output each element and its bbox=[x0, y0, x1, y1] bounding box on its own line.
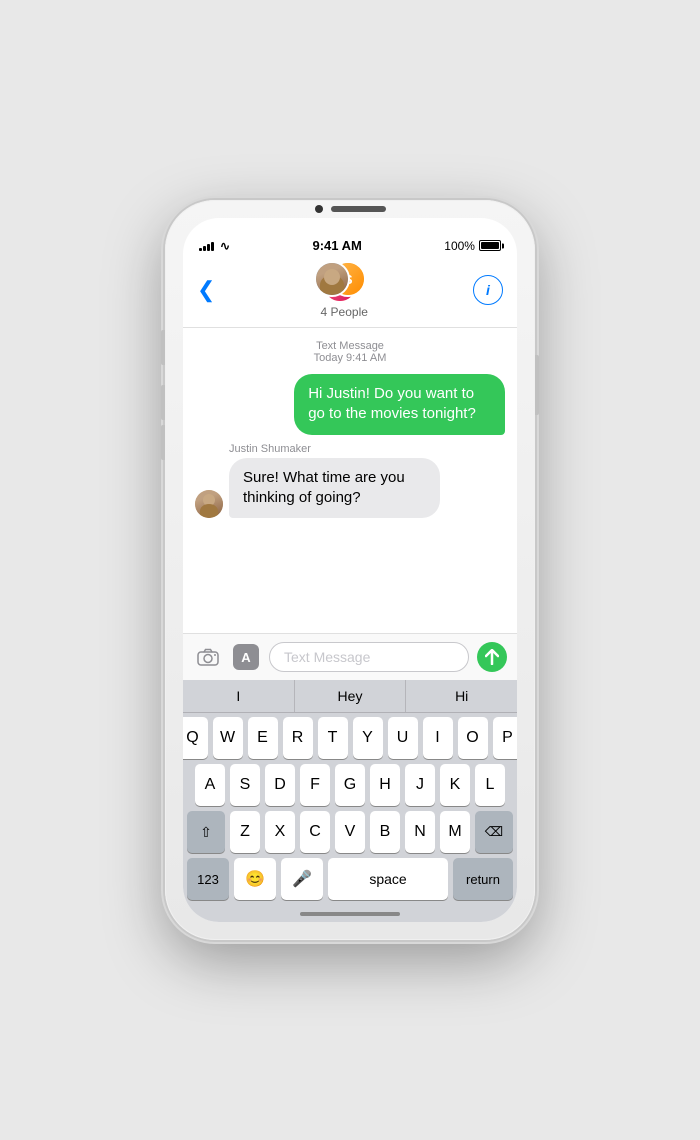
key-j[interactable]: J bbox=[405, 764, 435, 806]
nav-center: S M 4 People bbox=[314, 261, 374, 319]
group-title: 4 People bbox=[321, 305, 368, 319]
phone-screen: ∿ 9:41 AM 100% ❮ bbox=[183, 218, 517, 922]
space-key[interactable]: space bbox=[328, 858, 448, 900]
messages-area: Text Message Today 9:41 AM Hi Justin! Do… bbox=[183, 328, 517, 633]
key-u[interactable]: U bbox=[388, 717, 418, 759]
signal-bars bbox=[199, 240, 214, 251]
autocomplete-item-2[interactable]: Hey bbox=[295, 680, 407, 712]
input-area: A Text Message bbox=[183, 633, 517, 680]
return-key[interactable]: return bbox=[453, 858, 513, 900]
shift-key[interactable]: ⇧ bbox=[187, 811, 225, 853]
back-button[interactable]: ❮ bbox=[197, 279, 215, 301]
phone-frame: ∿ 9:41 AM 100% ❮ bbox=[165, 200, 535, 940]
key-o[interactable]: O bbox=[458, 717, 488, 759]
key-c[interactable]: C bbox=[300, 811, 330, 853]
key-x[interactable]: X bbox=[265, 811, 295, 853]
mic-key[interactable]: 🎤 bbox=[281, 858, 323, 900]
app-button[interactable]: A bbox=[231, 642, 261, 672]
battery-label: 100% bbox=[444, 239, 475, 253]
message-time: Today 9:41 AM bbox=[195, 352, 505, 364]
battery-fill bbox=[481, 242, 499, 249]
key-m[interactable]: M bbox=[440, 811, 470, 853]
emoji-key[interactable]: 😊 bbox=[234, 858, 276, 900]
key-g[interactable]: G bbox=[335, 764, 365, 806]
key-p[interactable]: P bbox=[493, 717, 518, 759]
keyboard-row-1: Q W E R T Y U I O P bbox=[187, 717, 513, 759]
nav-bar: ❮ S M bbox=[183, 257, 517, 328]
bar3 bbox=[207, 244, 210, 251]
key-t[interactable]: T bbox=[318, 717, 348, 759]
camera-button[interactable] bbox=[193, 642, 223, 672]
sent-message-row: Hi Justin! Do you want to go to the movi… bbox=[195, 374, 505, 435]
avatar-1 bbox=[314, 261, 350, 297]
key-i[interactable]: I bbox=[423, 717, 453, 759]
sent-bubble: Hi Justin! Do you want to go to the movi… bbox=[294, 374, 505, 435]
key-y[interactable]: Y bbox=[353, 717, 383, 759]
key-n[interactable]: N bbox=[405, 811, 435, 853]
status-right: 100% bbox=[444, 239, 501, 253]
key-z[interactable]: Z bbox=[230, 811, 260, 853]
autocomplete-bar: I Hey Hi bbox=[183, 680, 517, 713]
autocomplete-item-1[interactable]: I bbox=[183, 680, 295, 712]
camera-dot bbox=[315, 205, 323, 213]
received-message-row: Sure! What time are you thinking of goin… bbox=[195, 458, 505, 519]
key-k[interactable]: K bbox=[440, 764, 470, 806]
autocomplete-item-3[interactable]: Hi bbox=[406, 680, 517, 712]
message-meta: Text Message Today 9:41 AM bbox=[195, 340, 505, 364]
top-bar bbox=[165, 200, 535, 218]
bar1 bbox=[199, 248, 202, 251]
key-q[interactable]: Q bbox=[183, 717, 208, 759]
home-indicator bbox=[300, 912, 400, 916]
contact-avatar bbox=[195, 490, 223, 518]
key-s[interactable]: S bbox=[230, 764, 260, 806]
status-bar: ∿ 9:41 AM 100% bbox=[183, 218, 517, 257]
keyboard-row-3: ⇧ Z X C V B N M ⌫ bbox=[187, 811, 513, 853]
key-f[interactable]: F bbox=[300, 764, 330, 806]
avatar-group: S M bbox=[314, 261, 374, 303]
message-type-label: Text Message bbox=[195, 340, 505, 352]
status-left: ∿ bbox=[199, 239, 230, 253]
keyboard-row-2: A S D F G H J K L bbox=[187, 764, 513, 806]
input-placeholder: Text Message bbox=[284, 649, 370, 665]
key-e[interactable]: E bbox=[248, 717, 278, 759]
send-button[interactable] bbox=[477, 642, 507, 672]
info-button[interactable]: i bbox=[473, 275, 503, 305]
keyboard: Q W E R T Y U I O P A S D F G H J K bbox=[183, 713, 517, 922]
bar4 bbox=[211, 242, 214, 251]
key-h[interactable]: H bbox=[370, 764, 400, 806]
key-b[interactable]: B bbox=[370, 811, 400, 853]
key-l[interactable]: L bbox=[475, 764, 505, 806]
status-time: 9:41 AM bbox=[312, 238, 361, 253]
key-123[interactable]: 123 bbox=[187, 858, 229, 900]
bar2 bbox=[203, 246, 206, 251]
speaker-grill bbox=[331, 206, 386, 212]
sender-name: Justin Shumaker bbox=[229, 443, 505, 455]
key-a[interactable]: A bbox=[195, 764, 225, 806]
received-bubble: Sure! What time are you thinking of goin… bbox=[229, 458, 440, 519]
wifi-icon: ∿ bbox=[220, 239, 230, 253]
message-input[interactable]: Text Message bbox=[269, 642, 469, 672]
key-r[interactable]: R bbox=[283, 717, 313, 759]
key-v[interactable]: V bbox=[335, 811, 365, 853]
keyboard-bottom-row: 123 😊 🎤 space return bbox=[187, 858, 513, 908]
battery-icon bbox=[479, 240, 501, 251]
delete-key[interactable]: ⌫ bbox=[475, 811, 513, 853]
key-d[interactable]: D bbox=[265, 764, 295, 806]
key-w[interactable]: W bbox=[213, 717, 243, 759]
